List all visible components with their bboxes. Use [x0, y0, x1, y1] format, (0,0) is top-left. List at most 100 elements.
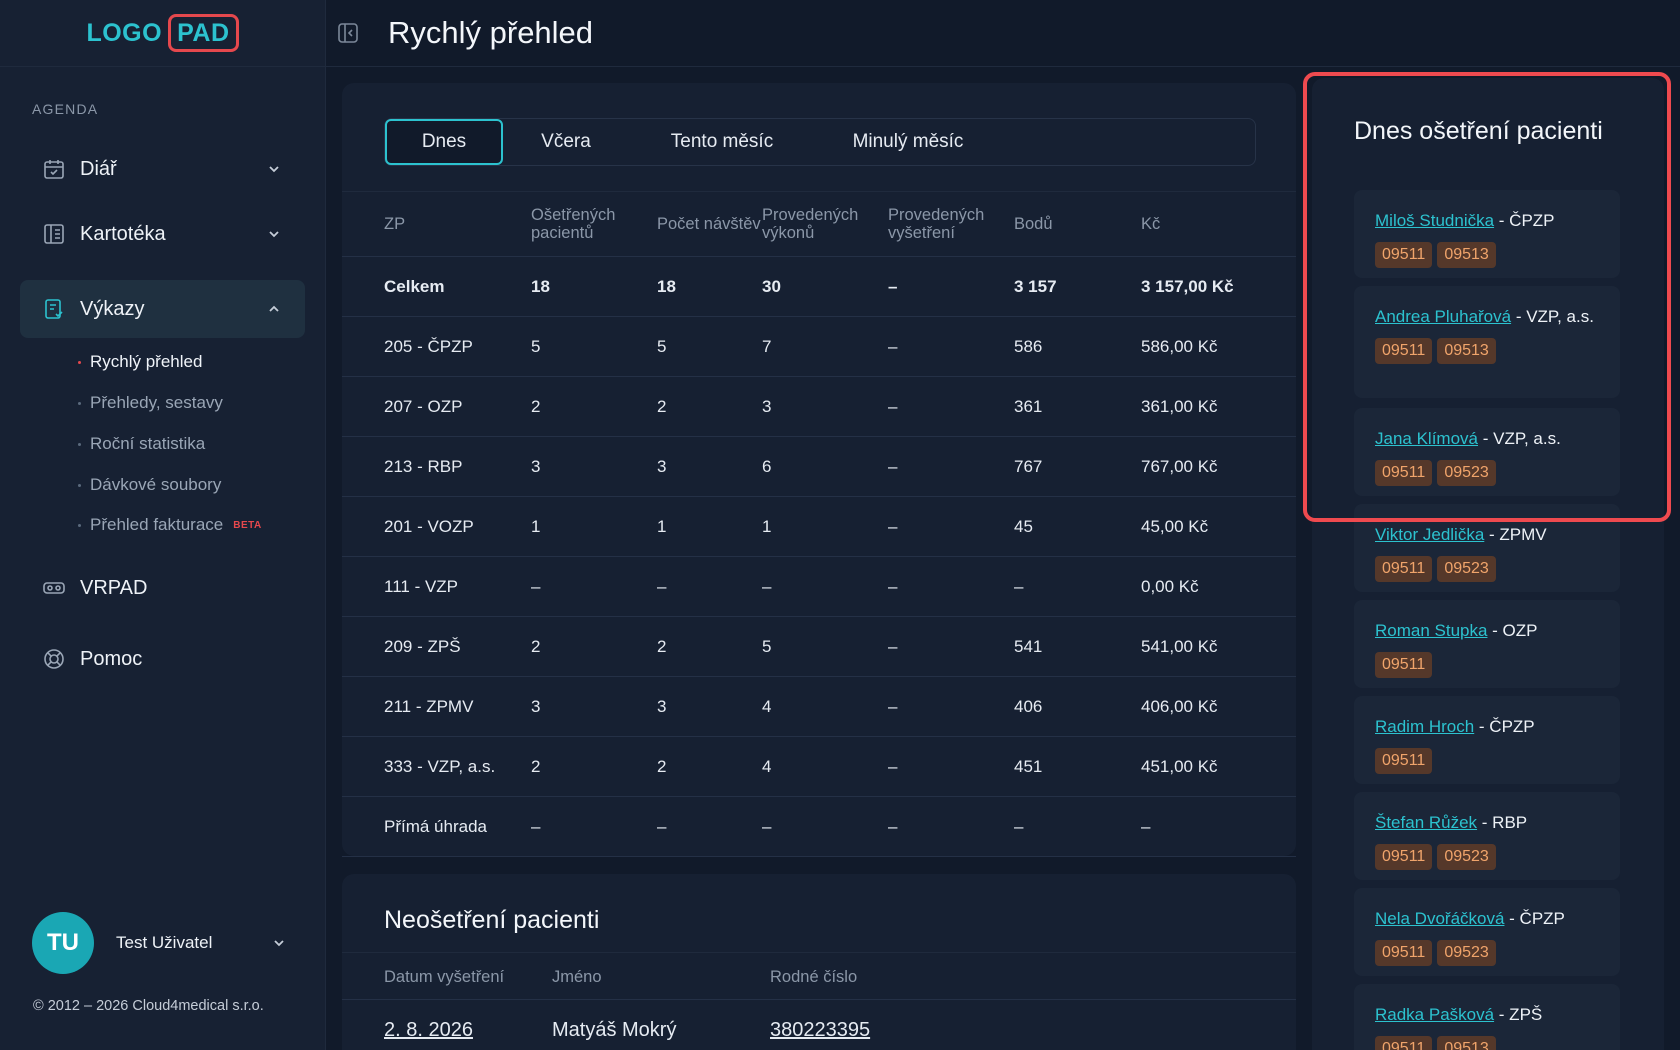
table-cell: 30 — [762, 276, 781, 296]
procedure-code-badge: 09511 — [1375, 652, 1433, 678]
patient-name-link[interactable]: Jana Klímová — [1375, 429, 1478, 448]
table-cell: 213 - RBP — [384, 456, 463, 476]
patient-name-link[interactable]: Miloš Studnička — [1375, 211, 1494, 230]
sidebar-collapse-icon[interactable] — [336, 21, 360, 45]
treated-title: Dnes ošetření pacienti — [1354, 117, 1603, 145]
subitem-prehledy-sestavy[interactable]: Přehledy, sestavy — [78, 393, 223, 413]
procedure-code-badge: 09513 — [1437, 338, 1496, 364]
code-badges: 09511 09523 — [1375, 940, 1604, 966]
col-header: Počet návštěv — [657, 215, 761, 233]
sidebar-item-label: Výkazy — [80, 297, 145, 320]
summary-table: ZP Ošetřených pacientů Počet návštěv Pro… — [342, 191, 1296, 857]
table-cell: – — [657, 576, 667, 596]
tab-tento-mesic[interactable]: Tento měsíc — [629, 119, 815, 165]
table-cell: 451,00 Kč — [1141, 756, 1218, 776]
patient-card: Nela Dvořáčková - ČPZP 09511 09523 — [1354, 888, 1620, 976]
procedure-code-badge: 09513 — [1437, 1036, 1496, 1050]
table-body: Celkem 18 18 30–3 157 3 157,00 Kč 205 - ČPZP 5… — [342, 257, 1296, 857]
patient-card: Viktor Jedlička - ZPMV 09511 09523 — [1354, 504, 1620, 592]
procedure-code-badge: 09511 — [1375, 940, 1433, 966]
subitem-davkove-soubory[interactable]: Dávkové soubory — [78, 475, 221, 495]
col-header: Ošetřených pacientů — [531, 206, 616, 242]
patient-name: Matyáš Mokrý — [552, 1019, 677, 1041]
avatar: TU — [32, 912, 94, 974]
user-name: Test Uživatel — [116, 933, 213, 952]
procedure-code-badge: 09511 — [1375, 1036, 1433, 1050]
subitem-prehled-fakturace[interactable]: Přehled fakturace BETA — [78, 515, 262, 535]
table-cell: 1 — [762, 516, 772, 536]
patient-name-link[interactable]: Andrea Pluhařová — [1375, 307, 1511, 326]
logo-part1: LOGO — [86, 18, 163, 47]
procedure-code-badge: 09523 — [1437, 844, 1496, 870]
sidebar-item-vrpad[interactable]: VRPAD — [20, 559, 305, 617]
patient-line: Štefan Růžek - RBP — [1375, 810, 1604, 835]
table-cell: 0,00 Kč — [1141, 576, 1199, 596]
table-cell: 5 — [762, 636, 772, 656]
insurance-label: - ČPZP — [1504, 909, 1565, 928]
table-cell: 406,00 Kč — [1141, 696, 1218, 716]
logo-part2: PAD — [168, 14, 239, 52]
table-cell: 767,00 Kč — [1141, 456, 1218, 476]
procedure-code-badge: 09511 — [1375, 844, 1433, 870]
chevron-down-icon — [274, 940, 284, 947]
vr-headset-icon — [43, 582, 65, 594]
col-header: Datum vyšetření — [384, 968, 505, 986]
sidebar-item-pomoc[interactable]: Pomoc — [20, 630, 305, 688]
patient-name-link[interactable]: Roman Stupka — [1375, 621, 1487, 640]
patient-name-link[interactable]: Radim Hroch — [1375, 717, 1474, 736]
patient-name-link[interactable]: Radka Pašková — [1375, 1005, 1494, 1024]
untreated-card: Neošetření pacienti Datum vyšetření Jmén… — [342, 874, 1296, 1050]
table-cell: 3 — [762, 396, 772, 416]
sidebar-item-label: Pomoc — [80, 647, 143, 670]
table-cell: 361,00 Kč — [1141, 396, 1218, 416]
tab-minuly-mesic[interactable]: Minulý měsíc — [815, 119, 1001, 165]
patient-line: Jana Klímová - VZP, a.s. — [1375, 426, 1604, 451]
user-menu[interactable]: TU Test Uživatel — [32, 912, 292, 974]
code-badges: 09511 09523 — [1375, 844, 1604, 870]
subitem-rychly-prehled[interactable]: Rychlý přehled — [78, 352, 202, 372]
patient-card: Miloš Studnička - ČPZP 09511 09513 — [1354, 190, 1620, 278]
tab-dnes[interactable]: Dnes — [385, 119, 503, 165]
table-cell: 18 — [531, 276, 550, 296]
table-cell: 4 — [762, 756, 772, 776]
table-cell: – — [888, 276, 898, 296]
insurance-label: - VZP, a.s. — [1511, 307, 1594, 326]
table-cell: 3 157,00 Kč — [1141, 276, 1234, 296]
exam-date-link[interactable]: 2. 8. 2026 — [384, 1019, 473, 1042]
subitem-label: Roční statistika — [90, 434, 206, 453]
patient-name-link[interactable]: Nela Dvořáčková — [1375, 909, 1504, 928]
patient-name-link[interactable]: Štefan Růžek — [1375, 813, 1477, 832]
code-badges: 09511 09523 — [1375, 556, 1604, 582]
table-cell: 767 — [1014, 456, 1043, 476]
procedure-code-badge: 09513 — [1437, 242, 1496, 268]
insurance-label: - ČPZP — [1474, 717, 1535, 736]
table-cell: 5 — [657, 336, 667, 356]
summary-card: Dnes Včera Tento měsíc Minulý měsíc ZP O… — [342, 83, 1296, 857]
table-row: Přímá úhrada – – – – – – — [342, 797, 1296, 857]
patient-name-link[interactable]: Viktor Jedlička — [1375, 525, 1484, 544]
treated-panel: Dnes ošetření pacienti Miloš Studnička -… — [1312, 78, 1664, 1050]
table-cell: 5 — [531, 336, 541, 356]
bullet-dot — [78, 442, 81, 446]
table-cell: – — [888, 756, 898, 776]
table-row: 201 - VOZP 1 1 1 – 45 45,00 Kč — [342, 497, 1296, 557]
sidebar-item-vykazy[interactable]: Výkazy — [20, 280, 305, 338]
tab-vcera[interactable]: Včera — [503, 119, 629, 165]
table-cell: – — [531, 576, 541, 596]
sidebar-item-diar[interactable]: Diář — [20, 140, 305, 198]
logo[interactable]: LOGO PAD — [0, 0, 325, 67]
table-cell: – — [888, 636, 898, 656]
table-cell: Přímá úhrada — [384, 816, 487, 836]
chevron-up-icon — [269, 305, 279, 312]
table-cell: 18 — [657, 276, 676, 296]
table-cell: 7 — [762, 336, 772, 356]
table-cell: – — [762, 576, 772, 596]
birth-number-link[interactable]: 380223395 — [770, 1019, 870, 1042]
subitem-rocni-statistika[interactable]: Roční statistika — [78, 434, 205, 454]
table-cell: 2 — [657, 396, 667, 416]
table-cell: 201 - VOZP — [384, 516, 474, 536]
sidebar-item-kartoteka[interactable]: Kartotéka — [20, 205, 305, 263]
insurance-label: - ZPMV — [1484, 525, 1547, 544]
table-cell: 3 — [531, 456, 541, 476]
patient-line: Miloš Studnička - ČPZP — [1375, 208, 1604, 233]
